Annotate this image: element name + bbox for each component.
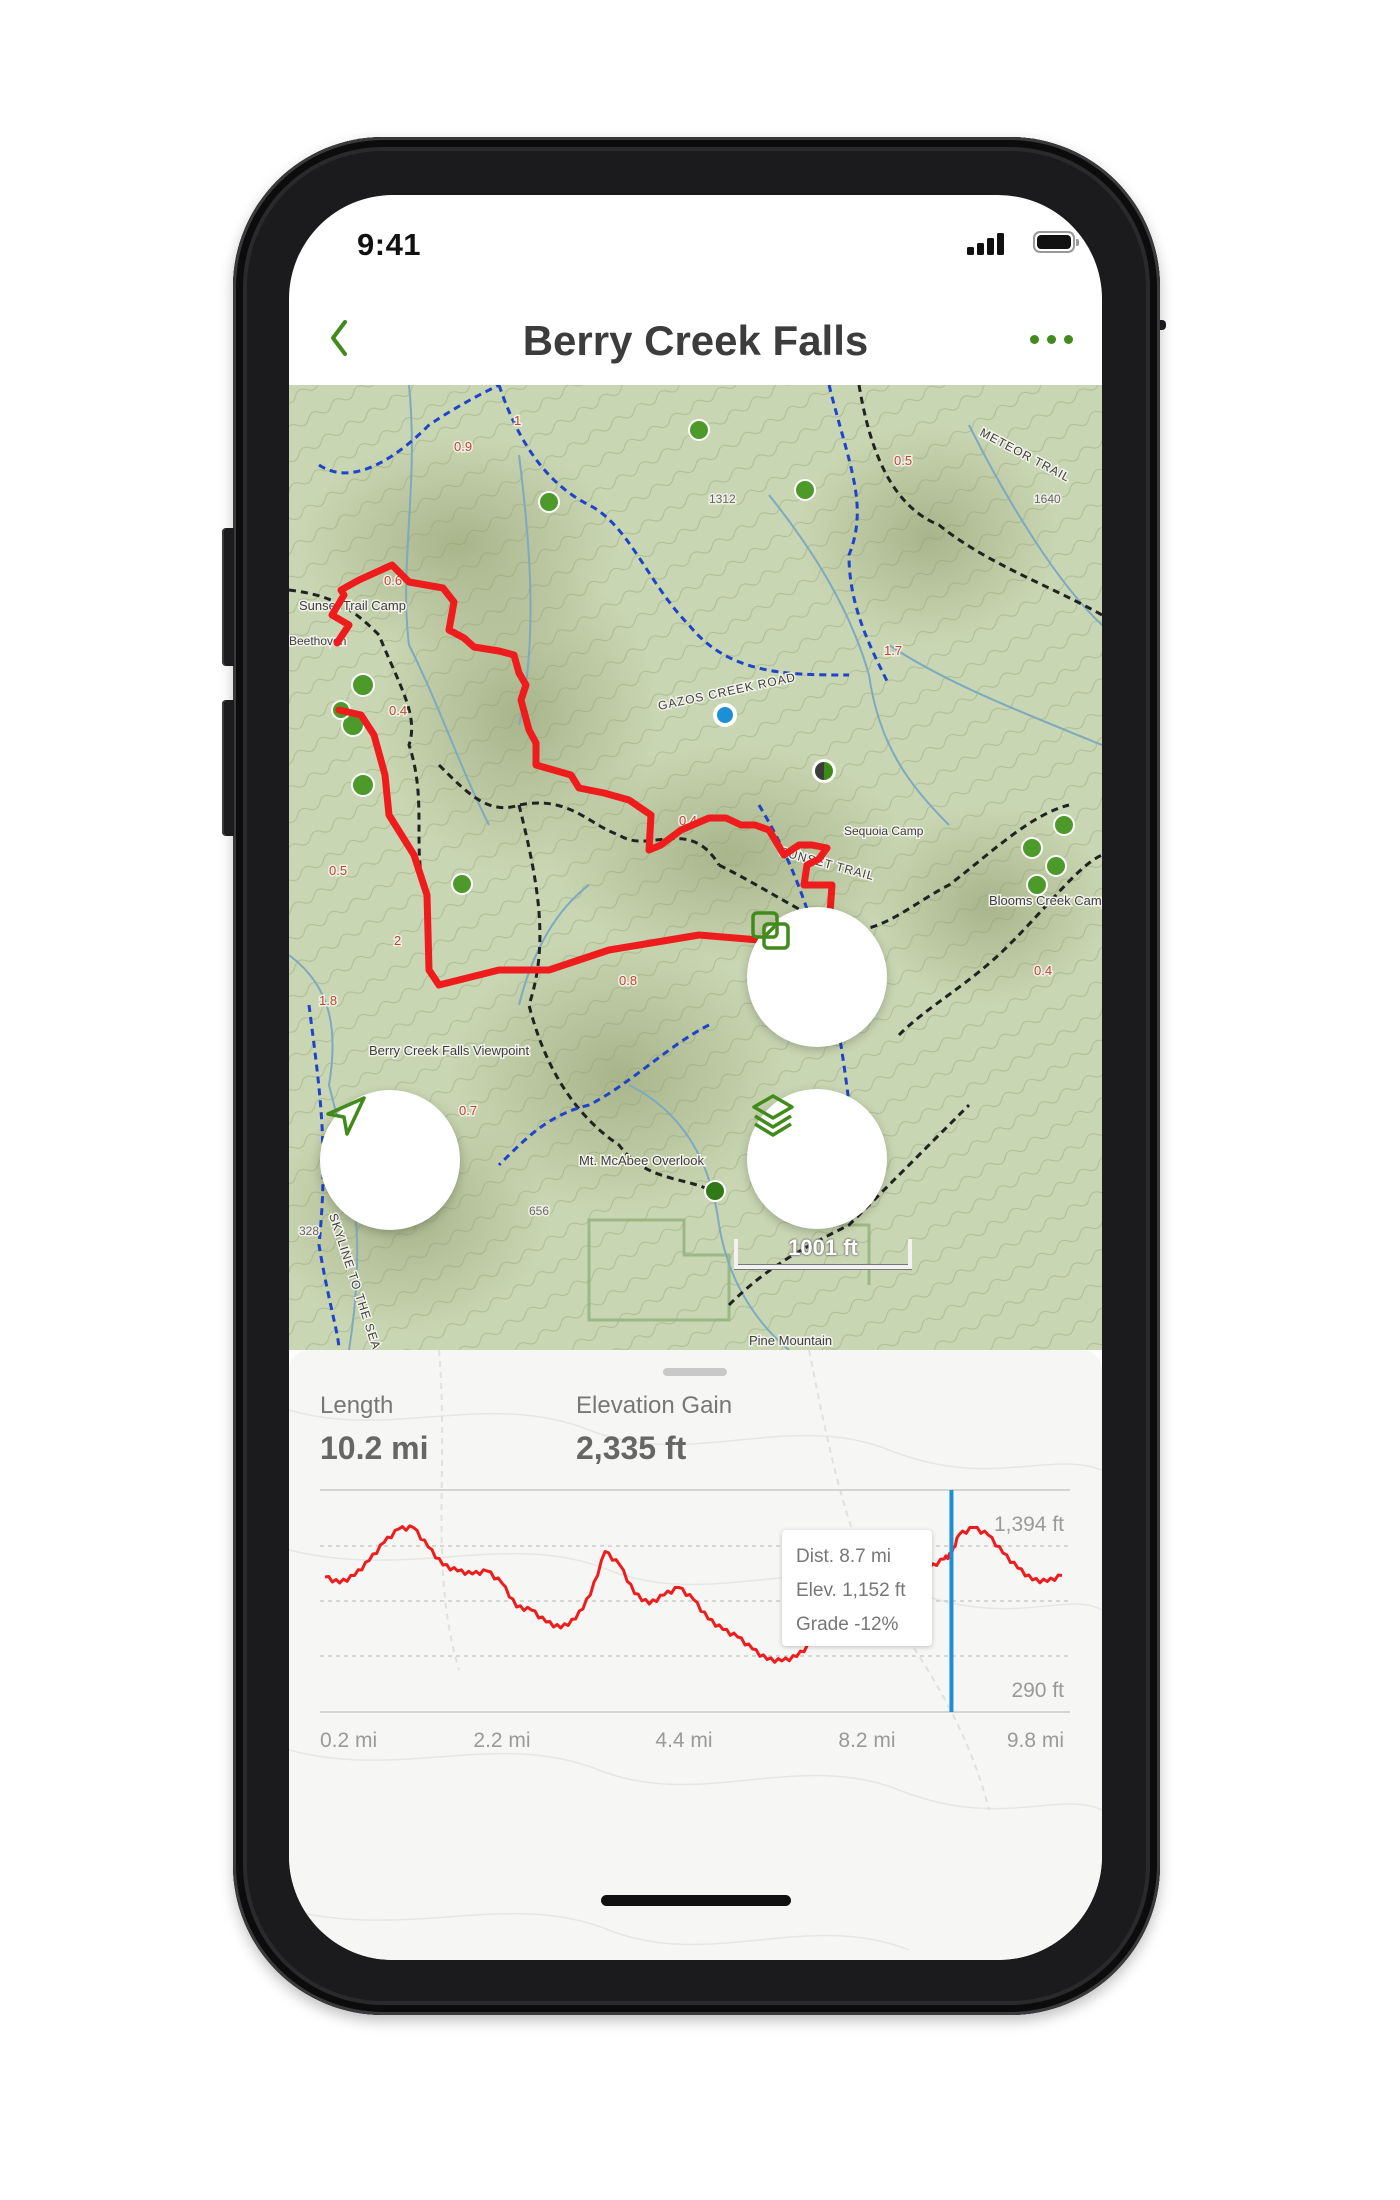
more-options-button[interactable] [1026, 319, 1078, 359]
segment-label: 0.9 [454, 439, 472, 454]
contour-label: 1312 [709, 492, 736, 506]
status-bar: 9:41 [289, 195, 1102, 265]
segment-label: 1.8 [319, 993, 337, 1008]
x-tick-label: 8.2 mi [838, 1729, 895, 1752]
app-screen: 9:41 Berry Creek Falls Sunset Trail Camp… [289, 195, 1102, 1960]
trailhead-marker [812, 759, 836, 783]
segment-label: 2 [394, 933, 401, 948]
map-label-sunset-trail-camp: Sunset Trail Camp [299, 598, 406, 613]
chart-tooltip: Dist. 8.7 mi Elev. 1,152 ft Grade -12% [782, 1530, 932, 1646]
map-overlay-button[interactable] [747, 907, 887, 1047]
scale-bar-label: 1001 ft [788, 1235, 858, 1260]
cellular-signal-icon [967, 233, 1007, 255]
y-tick-label-max: 1,394 ft [994, 1513, 1064, 1536]
contour-label: 1640 [1034, 492, 1061, 506]
contour-label: 328 [299, 1224, 319, 1238]
contour-label: 656 [529, 1204, 549, 1218]
segment-label: 0.7 [459, 1103, 477, 1118]
elevation-chart[interactable]: 1,394 ft 290 ft 0.2 mi 2.2 mi 4.4 mi 8.2… [289, 1350, 1102, 1960]
x-tick-label: 0.2 mi [320, 1729, 377, 1752]
layers-icon [752, 1094, 794, 1137]
x-tick-label: 2.2 mi [473, 1729, 530, 1752]
volume-up-button [222, 528, 234, 666]
tooltip-elevation: Elev. 1,152 ft [796, 1580, 906, 1601]
trail-details-sheet[interactable]: Length 10.2 mi Elevation Gain 2,335 ft 1… [289, 1350, 1102, 1960]
page-title: Berry Creek Falls [522, 317, 869, 364]
segment-label: 0.8 [619, 973, 637, 988]
tooltip-distance: Dist. 8.7 mi [796, 1546, 892, 1567]
locate-me-button[interactable] [320, 1090, 460, 1230]
segment-label: 0.5 [894, 453, 912, 468]
trail-map[interactable]: Sunset Trail Camp Beethoven Berry Creek … [289, 385, 1102, 1350]
map-label-sequoia-camp: Sequoia Camp [844, 824, 924, 838]
map-label-blooms-creek-campsite: Blooms Creek Campsite [989, 893, 1102, 908]
segment-label: 0.4 [1034, 963, 1052, 978]
map-label-berry-creek-falls-viewpoint: Berry Creek Falls Viewpoint [369, 1043, 530, 1058]
home-indicator[interactable] [601, 1895, 791, 1906]
map-scale-bar: 1001 ft [734, 1235, 912, 1269]
y-tick-label-min: 290 ft [1011, 1679, 1064, 1702]
map-label-mt-mcabee-overlook: Mt. McAbee Overlook [579, 1153, 704, 1168]
map-overlay-icon [751, 911, 790, 950]
segment-label: 1 [514, 413, 521, 428]
map-layers-button[interactable] [747, 1089, 887, 1229]
battery-icon [1033, 231, 1079, 253]
navigation-arrow-icon [326, 1096, 366, 1136]
status-time: 9:41 [357, 227, 422, 262]
current-position-marker [713, 703, 737, 727]
nav-header: Berry Creek Falls [289, 295, 1102, 385]
side-button [1158, 320, 1166, 330]
volume-down-button [222, 700, 234, 836]
segment-label: 0.4 [389, 703, 407, 718]
segment-label: 1.7 [884, 643, 902, 658]
segment-label: 0.5 [329, 863, 347, 878]
x-tick-label: 9.8 mi [1007, 1729, 1064, 1752]
tooltip-grade: Grade -12% [796, 1614, 899, 1635]
map-label-pine-mountain: Pine Mountain [749, 1333, 832, 1348]
x-tick-label: 4.4 mi [655, 1729, 712, 1752]
